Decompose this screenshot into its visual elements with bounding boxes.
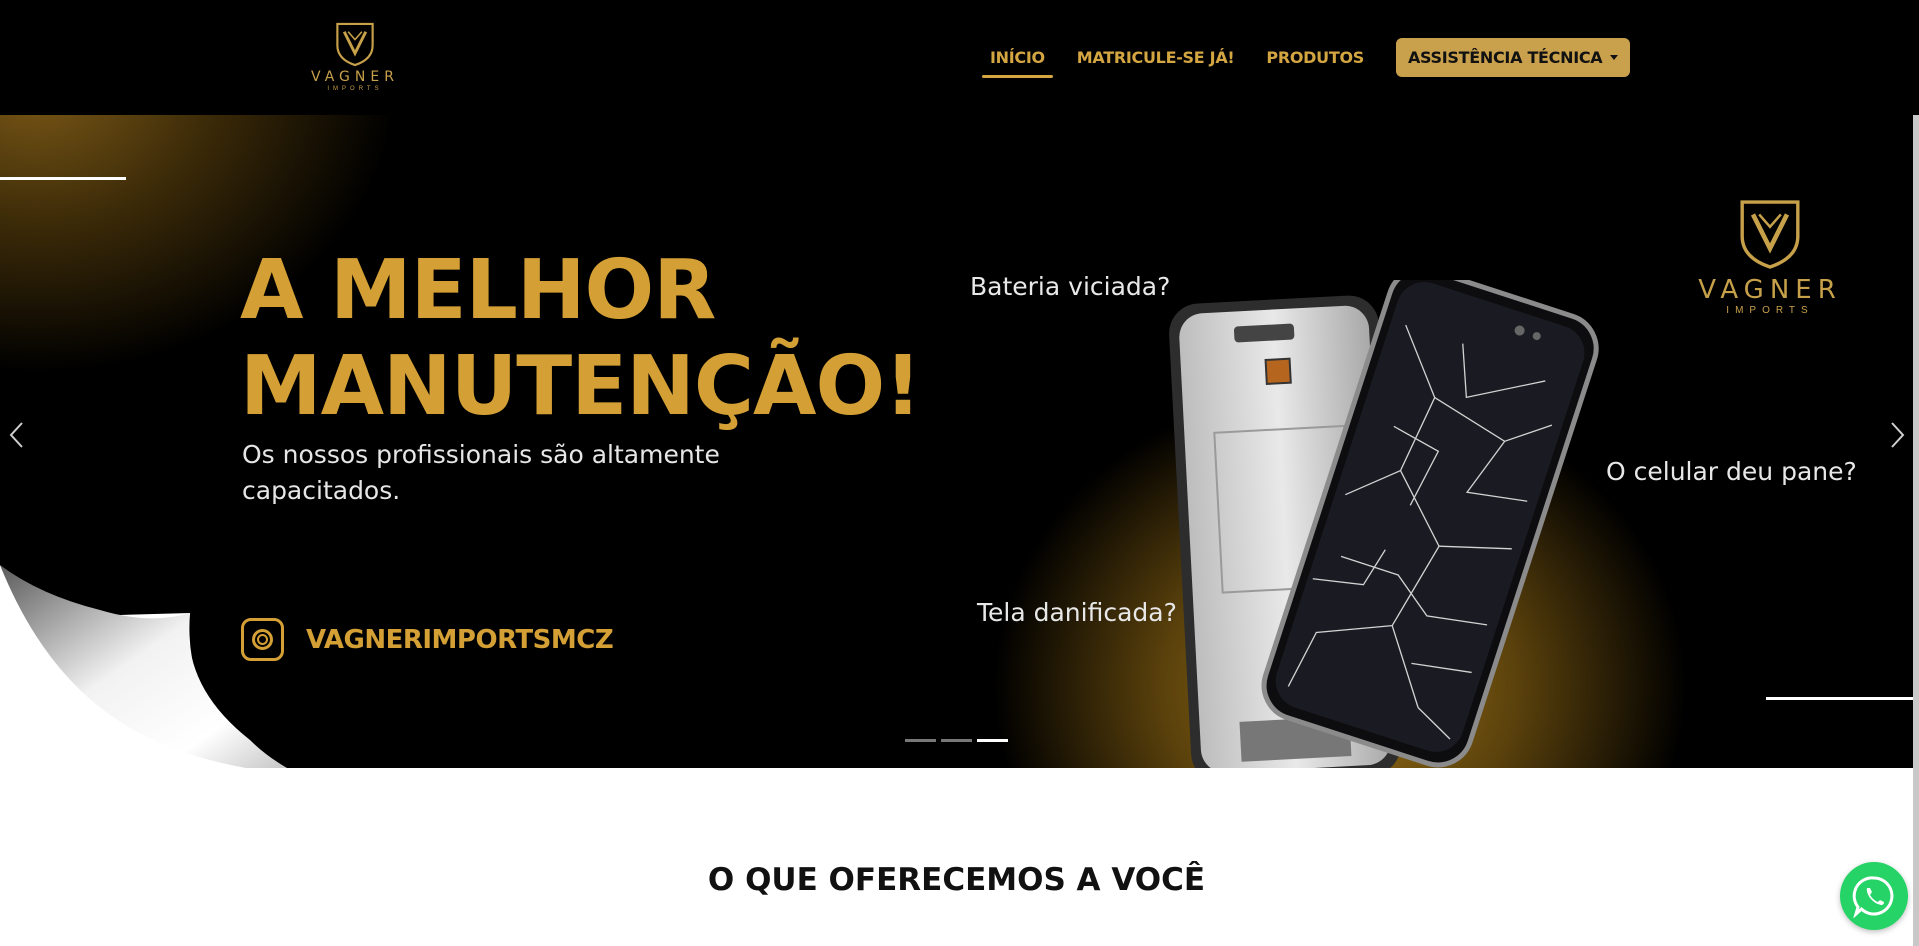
hero-carousel: A MELHOR MANUTENÇÃO! Os nossos profissio… bbox=[0, 115, 1913, 768]
assistencia-label: ASSISTÊNCIA TÉCNICA bbox=[1407, 48, 1603, 67]
page-scrollbar[interactable] bbox=[1913, 115, 1919, 946]
question-battery: Bateria viciada? bbox=[970, 272, 1171, 301]
nav-produtos[interactable]: PRODUTOS bbox=[1258, 40, 1372, 75]
carousel-indicators bbox=[905, 739, 1013, 742]
brand-name: VAGNER bbox=[311, 69, 399, 85]
carousel-indicator-2[interactable] bbox=[941, 739, 972, 742]
section-title: O QUE OFERECEMOS A VOCÊ bbox=[707, 862, 1206, 898]
whatsapp-icon bbox=[1852, 876, 1894, 918]
question-screen: Tela danificada? bbox=[977, 598, 1177, 627]
question-panic: O celular deu pane? bbox=[1606, 457, 1857, 486]
hero-brand-sub: IMPORTS bbox=[1726, 305, 1814, 316]
decor-line-top bbox=[0, 177, 126, 180]
whatsapp-button[interactable] bbox=[1840, 862, 1908, 930]
shield-v-logo-icon bbox=[336, 22, 374, 67]
nav-matricule[interactable]: MATRICULE-SE JÁ! bbox=[1069, 40, 1243, 75]
brand-logo[interactable]: VAGNER IMPORTS bbox=[310, 20, 400, 92]
carousel-next-button[interactable] bbox=[1882, 420, 1912, 450]
main-nav: INÍCIO MATRICULE-SE JÁ! PRODUTOS ASSISTÊ… bbox=[982, 38, 1631, 78]
caret-down-icon bbox=[1610, 55, 1619, 60]
carousel-indicator-1[interactable] bbox=[905, 739, 936, 742]
broken-phone-image bbox=[1169, 280, 1599, 768]
assistencia-dropdown-button[interactable]: ASSISTÊNCIA TÉCNICA bbox=[1395, 38, 1631, 77]
carousel-indicator-3[interactable] bbox=[977, 739, 1008, 742]
brand-sub: IMPORTS bbox=[327, 86, 383, 92]
shield-v-logo-icon bbox=[1740, 200, 1800, 269]
hero-brand-name: VAGNER bbox=[1698, 275, 1842, 305]
navbar: VAGNER IMPORTS INÍCIO MATRICULE-SE JÁ! P… bbox=[0, 0, 1919, 115]
hero-subtitle: Os nossos profissionais são altamente ca… bbox=[242, 440, 720, 505]
headline-line-1: A MELHOR bbox=[240, 243, 716, 338]
headline-line-2: MANUTENÇÃO! bbox=[240, 339, 922, 434]
instagram-handle-text: VAGNERIMPORTSMCZ bbox=[306, 624, 614, 655]
hero-brand-logo: VAGNER IMPORTS bbox=[1690, 195, 1850, 325]
hero-headline: A MELHOR MANUTENÇÃO! bbox=[240, 243, 922, 435]
nav-inicio[interactable]: INÍCIO bbox=[982, 40, 1053, 78]
decor-line-bottom bbox=[1766, 697, 1913, 700]
carousel-prev-button[interactable] bbox=[2, 420, 32, 450]
page-peel-decoration bbox=[0, 565, 288, 768]
